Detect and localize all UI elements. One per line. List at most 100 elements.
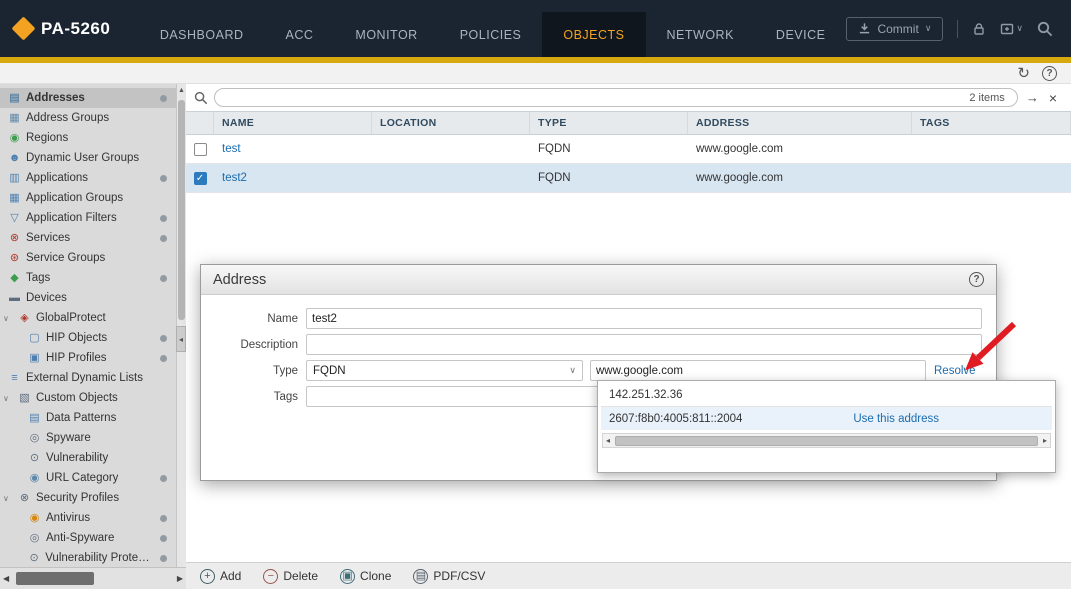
table-row[interactable]: test FQDN www.google.com bbox=[186, 135, 1071, 164]
delete-button[interactable]: − Delete bbox=[263, 569, 318, 584]
search-icon bbox=[194, 91, 208, 105]
sidebar-item-hip-profiles[interactable]: ▣ HIP Profiles bbox=[0, 348, 176, 368]
scroll-left-icon[interactable]: ◀ bbox=[0, 568, 12, 589]
object-filter-input[interactable]: 2 items bbox=[214, 88, 1018, 107]
antivirus-icon: ◉ bbox=[28, 513, 41, 524]
resolve-result-row[interactable]: 142.251.32.36 bbox=[601, 384, 1052, 407]
fqdn-input[interactable] bbox=[590, 360, 926, 381]
name-input[interactable] bbox=[306, 308, 982, 329]
help-icon[interactable]: ? bbox=[1042, 66, 1057, 81]
tags-label: Tags bbox=[209, 391, 306, 403]
nav-item-network[interactable]: NETWORK bbox=[646, 12, 755, 57]
use-this-address-link[interactable]: Use this address bbox=[853, 413, 939, 425]
sidebar-item-services[interactable]: ⊗ Services bbox=[0, 228, 176, 248]
description-input[interactable] bbox=[306, 334, 982, 355]
content-dot-indicator bbox=[160, 535, 167, 542]
sidebar-item-service-groups[interactable]: ⊛ Service Groups bbox=[0, 248, 176, 268]
content-dot-indicator bbox=[160, 475, 167, 482]
clone-button[interactable]: ▣ Clone bbox=[340, 569, 391, 584]
chevron-down-icon: ∨ bbox=[569, 365, 576, 376]
results-horizontal-scrollbar[interactable]: ◂ ▸ bbox=[602, 433, 1051, 448]
sidebar-item-tags[interactable]: ◆ Tags bbox=[0, 268, 176, 288]
sidebar-item-data-patterns[interactable]: ▤ Data Patterns bbox=[0, 408, 176, 428]
device-name: PA-5260 bbox=[41, 19, 110, 39]
pane-collapse-handle[interactable]: ◂ bbox=[176, 326, 186, 352]
device-state-icon[interactable]: ∨ bbox=[1000, 22, 1023, 36]
pdf-csv-icon: ▤ bbox=[413, 569, 428, 584]
table-body: test FQDN www.google.com test2 FQDN www.… bbox=[186, 135, 1071, 193]
commit-icon bbox=[858, 22, 871, 35]
sidebar-item-address-groups[interactable]: ▦ Address Groups bbox=[0, 108, 176, 128]
type-label: Type bbox=[209, 365, 306, 377]
scrollbar-thumb[interactable] bbox=[178, 100, 185, 320]
row-checkbox[interactable] bbox=[194, 143, 207, 156]
chevron-down-icon: ∨ bbox=[925, 23, 932, 34]
address-name-link[interactable]: test bbox=[214, 143, 372, 155]
sidebar-item-anti-spyware[interactable]: ◎ Anti-Spyware bbox=[0, 528, 176, 548]
row-checkbox[interactable] bbox=[194, 172, 207, 185]
content-dot-indicator bbox=[160, 275, 167, 282]
table-row[interactable]: test2 FQDN www.google.com bbox=[186, 164, 1071, 193]
applications-icon: ▥ bbox=[8, 173, 21, 184]
content-dot-indicator bbox=[160, 215, 167, 222]
lock-icon[interactable] bbox=[972, 22, 986, 36]
resolve-result-row[interactable]: 2607:f8b0:4005:811::2004 Use this addres… bbox=[601, 407, 1052, 430]
chevron-down-icon[interactable]: ∨ bbox=[3, 494, 13, 503]
sidebar-item-addresses[interactable]: ▤ Addresses bbox=[0, 88, 176, 108]
resolve-link[interactable]: Resolve bbox=[934, 365, 976, 377]
sidebar-item-external-dynamic-lists[interactable]: ≡ External Dynamic Lists bbox=[0, 368, 176, 388]
nav-item-monitor[interactable]: MONITOR bbox=[334, 12, 438, 57]
column-header-location[interactable]: LOCATION bbox=[372, 112, 530, 134]
scrollbar-thumb[interactable] bbox=[16, 572, 94, 585]
scroll-up-icon[interactable]: ▲ bbox=[177, 84, 186, 94]
apply-filter-icon[interactable]: → bbox=[1026, 90, 1039, 105]
scroll-right-icon[interactable]: ▶ bbox=[174, 568, 186, 589]
sidebar-item-vulnerability-protection[interactable]: ⊙ Vulnerability Protection bbox=[0, 548, 176, 567]
column-header-tags[interactable]: TAGS bbox=[912, 112, 1071, 134]
nav-item-policies[interactable]: POLICIES bbox=[439, 12, 543, 57]
dialog-help-icon[interactable]: ? bbox=[969, 272, 984, 287]
sidebar-item-regions[interactable]: ◉ Regions bbox=[0, 128, 176, 148]
main-nav: DASHBOARDACCMONITORPOLICIESOBJECTSNETWOR… bbox=[139, 12, 847, 57]
sidebar-item-url-category[interactable]: ◉ URL Category bbox=[0, 468, 176, 488]
add-button[interactable]: + Add bbox=[200, 569, 241, 584]
sidebar-item-applications[interactable]: ▥ Applications bbox=[0, 168, 176, 188]
sidebar-item-vulnerability[interactable]: ⊙ Vulnerability bbox=[0, 448, 176, 468]
sidebar-item-custom-objects[interactable]: ∨ ▧ Custom Objects bbox=[0, 388, 176, 408]
clear-filter-icon[interactable]: × bbox=[1049, 90, 1057, 106]
sidebar-item-security-profiles[interactable]: ∨ ⊗ Security Profiles bbox=[0, 488, 176, 508]
sidebar-item-spyware[interactable]: ◎ Spyware bbox=[0, 428, 176, 448]
chevron-down-icon[interactable]: ∨ bbox=[3, 394, 13, 403]
sidebar-horizontal-scrollbar[interactable]: ◀ ▶ bbox=[0, 567, 186, 589]
hip-profiles-icon: ▣ bbox=[28, 353, 41, 364]
sidebar-item-application-filters[interactable]: ▽ Application Filters bbox=[0, 208, 176, 228]
commit-button[interactable]: Commit ∨ bbox=[846, 17, 943, 41]
refresh-icon[interactable]: ↻ bbox=[1017, 66, 1030, 81]
scrollbar-thumb[interactable] bbox=[615, 436, 1038, 446]
type-select[interactable]: FQDN ∨ bbox=[306, 360, 583, 381]
scroll-left-icon[interactable]: ◂ bbox=[603, 436, 613, 445]
sidebar-item-hip-objects[interactable]: ▢ HIP Objects bbox=[0, 328, 176, 348]
column-header-address[interactable]: ADDRESS bbox=[688, 112, 912, 134]
address-name-link[interactable]: test2 bbox=[214, 172, 372, 184]
sidebar-item-devices[interactable]: ▬ Devices bbox=[0, 288, 176, 308]
sidebar-item-antivirus[interactable]: ◉ Antivirus bbox=[0, 508, 176, 528]
scroll-right-icon[interactable]: ▸ bbox=[1040, 436, 1050, 445]
column-header-type[interactable]: TYPE bbox=[530, 112, 688, 134]
sidebar-item-dynamic-user-groups[interactable]: ☻ Dynamic User Groups bbox=[0, 148, 176, 168]
sidebar-item-globalprotect[interactable]: ∨ ◈ GlobalProtect bbox=[0, 308, 176, 328]
column-header-name[interactable]: NAME bbox=[214, 112, 372, 134]
nav-item-device[interactable]: DEVICE bbox=[755, 12, 847, 57]
items-count: 2 items bbox=[969, 92, 1004, 104]
content-dot-indicator bbox=[160, 175, 167, 182]
application-filters-icon: ▽ bbox=[8, 213, 21, 224]
chevron-down-icon[interactable]: ∨ bbox=[3, 314, 13, 323]
pdf-csv-button[interactable]: ▤ PDF/CSV bbox=[413, 569, 485, 584]
search-icon[interactable] bbox=[1037, 21, 1053, 37]
vulnerability-icon: ⊙ bbox=[28, 453, 41, 464]
sidebar-item-application-groups[interactable]: ▦ Application Groups bbox=[0, 188, 176, 208]
nav-item-acc[interactable]: ACC bbox=[265, 12, 335, 57]
nav-item-dashboard[interactable]: DASHBOARD bbox=[139, 12, 265, 57]
external-dynamic-lists-icon: ≡ bbox=[8, 373, 21, 384]
nav-item-objects[interactable]: OBJECTS bbox=[542, 12, 645, 57]
